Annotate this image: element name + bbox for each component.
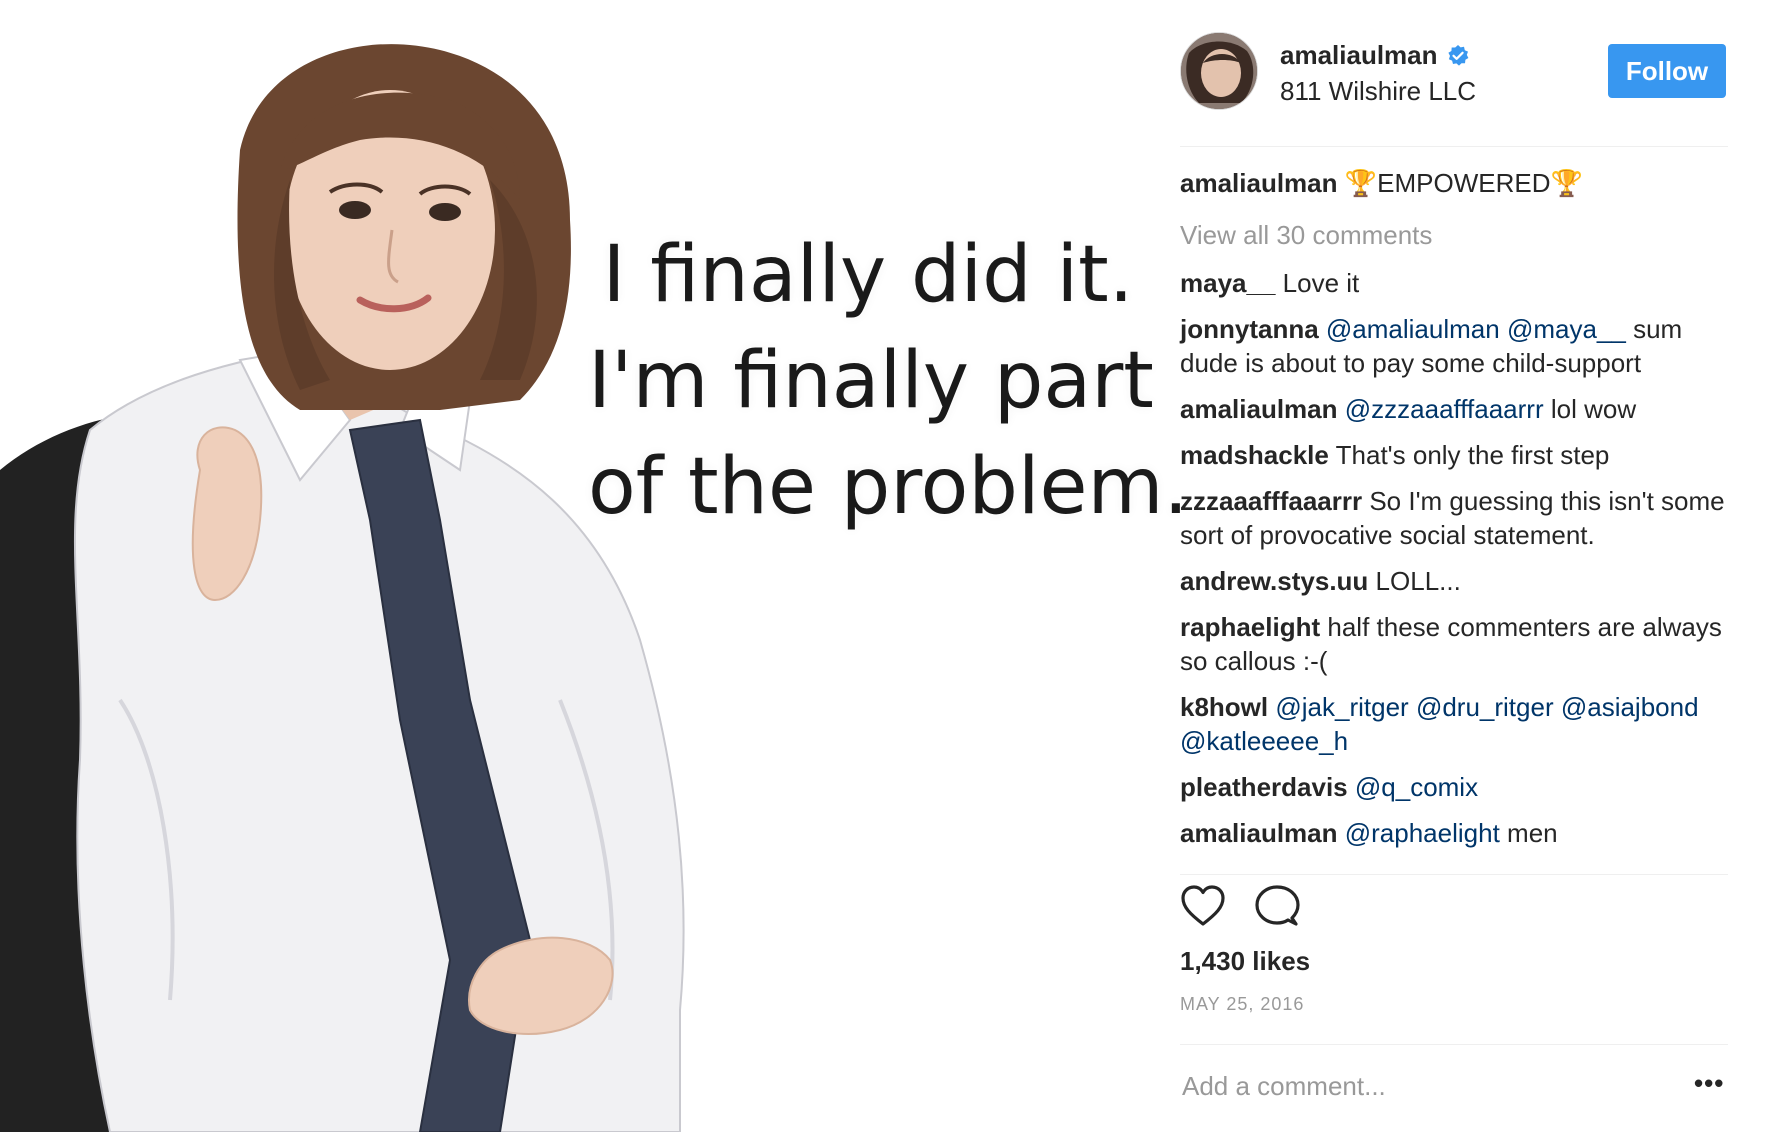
comment-mention-link[interactable]: @q_comix: [1355, 772, 1478, 802]
post-sidebar: amaliaulman 811 Wilshire LLC Follow amal…: [1180, 0, 1768, 1132]
comment-username[interactable]: jonnytanna: [1180, 314, 1319, 344]
comment-username[interactable]: madshackle: [1180, 440, 1329, 470]
quote-line-1: I finally did it.: [602, 230, 1134, 320]
quote-line-2: I'm finally part: [588, 336, 1154, 426]
comment-item: amaliaulman @zzzaaafffaaarrr lol wow: [1180, 392, 1740, 426]
comment-text: That's only the first step: [1335, 440, 1610, 470]
comment-mention-link[interactable]: @raphaelight: [1345, 818, 1500, 848]
comment-username[interactable]: k8howl: [1180, 692, 1268, 722]
more-options-button[interactable]: •••: [1694, 1068, 1724, 1099]
comment-username[interactable]: pleatherdavis: [1180, 772, 1348, 802]
quote-line-3: of the problem.: [588, 442, 1180, 532]
comment-item: k8howl @jak_ritger @dru_ritger @asiajbon…: [1180, 690, 1740, 758]
comment-mention-link[interactable]: @jak_ritger: [1275, 692, 1408, 722]
add-comment-input[interactable]: [1182, 1066, 1662, 1106]
avatar[interactable]: [1180, 32, 1258, 110]
avatar-photo-icon: [1181, 33, 1257, 109]
heart-icon[interactable]: [1180, 884, 1226, 928]
comment-mention-link[interactable]: @katleeeee_h: [1180, 726, 1348, 756]
header-divider: [1180, 146, 1728, 147]
comment-mention-link[interactable]: @maya__: [1507, 314, 1626, 344]
location-link[interactable]: 811 Wilshire LLC: [1280, 76, 1476, 107]
post-caption: amaliaulman 🏆EMPOWERED🏆: [1180, 168, 1583, 199]
username-row: amaliaulman: [1280, 40, 1470, 71]
header-username[interactable]: amaliaulman: [1280, 40, 1438, 71]
comment-username[interactable]: zzzaaafffaaarrr: [1180, 486, 1362, 516]
comment-text: Love it: [1282, 268, 1360, 298]
comment-item: maya__ Love it: [1180, 266, 1740, 300]
comment-text: lol wow: [1550, 394, 1637, 424]
post-header: amaliaulman 811 Wilshire LLC Follow: [1180, 30, 1740, 116]
action-bar: [1180, 884, 1300, 928]
comment-item: amaliaulman @raphaelight men: [1180, 816, 1740, 850]
comment-mention-link[interactable]: @zzzaaafffaaarrr: [1345, 394, 1544, 424]
follow-button[interactable]: Follow: [1608, 44, 1726, 98]
footer-divider: [1180, 1044, 1728, 1045]
comment-mention-link[interactable]: @amaliaulman: [1326, 314, 1500, 344]
comment-username[interactable]: maya__: [1180, 268, 1275, 298]
comment-item: madshackle That's only the first step: [1180, 438, 1740, 472]
comments-divider: [1180, 874, 1728, 875]
comment-item: pleatherdavis @q_comix: [1180, 770, 1740, 804]
comment-username[interactable]: andrew.stys.uu: [1180, 566, 1368, 596]
like-count[interactable]: 1,430 likes: [1180, 946, 1310, 977]
post-image[interactable]: I finally did it. I'm finally part of th…: [0, 0, 1180, 1132]
comment-username[interactable]: amaliaulman: [1180, 394, 1338, 424]
image-caption-text: I finally did it. I'm finally part of th…: [588, 222, 1180, 540]
comment-item: zzzaaafffaaarrr So I'm guessing this isn…: [1180, 484, 1740, 552]
comment-bubble-icon[interactable]: [1254, 884, 1300, 928]
comment-item: raphaelight half these commenters are al…: [1180, 610, 1740, 678]
comment-mention-link[interactable]: @asiajbond: [1561, 692, 1699, 722]
pregnant-woman-illustration: [0, 44, 685, 1132]
comment-username[interactable]: amaliaulman: [1180, 818, 1338, 848]
comment-text: men: [1507, 818, 1558, 848]
comment-list: maya__ Love it jonnytanna @amaliaulman @m…: [1180, 266, 1740, 862]
post-date: MAY 25, 2016: [1180, 994, 1305, 1014]
view-all-comments-link[interactable]: View all 30 comments: [1180, 220, 1432, 251]
caption-text: 🏆EMPOWERED🏆: [1344, 168, 1583, 198]
comment-text: LOLL...: [1375, 566, 1461, 596]
comment-mention-link[interactable]: @dru_ritger: [1416, 692, 1554, 722]
caption-username[interactable]: amaliaulman: [1180, 168, 1338, 198]
comment-item: jonnytanna @amaliaulman @maya__ sum dude…: [1180, 312, 1740, 380]
comment-username[interactable]: raphaelight: [1180, 612, 1320, 642]
comment-item: andrew.stys.uu LOLL...: [1180, 564, 1740, 598]
verified-badge-icon: [1447, 44, 1468, 66]
